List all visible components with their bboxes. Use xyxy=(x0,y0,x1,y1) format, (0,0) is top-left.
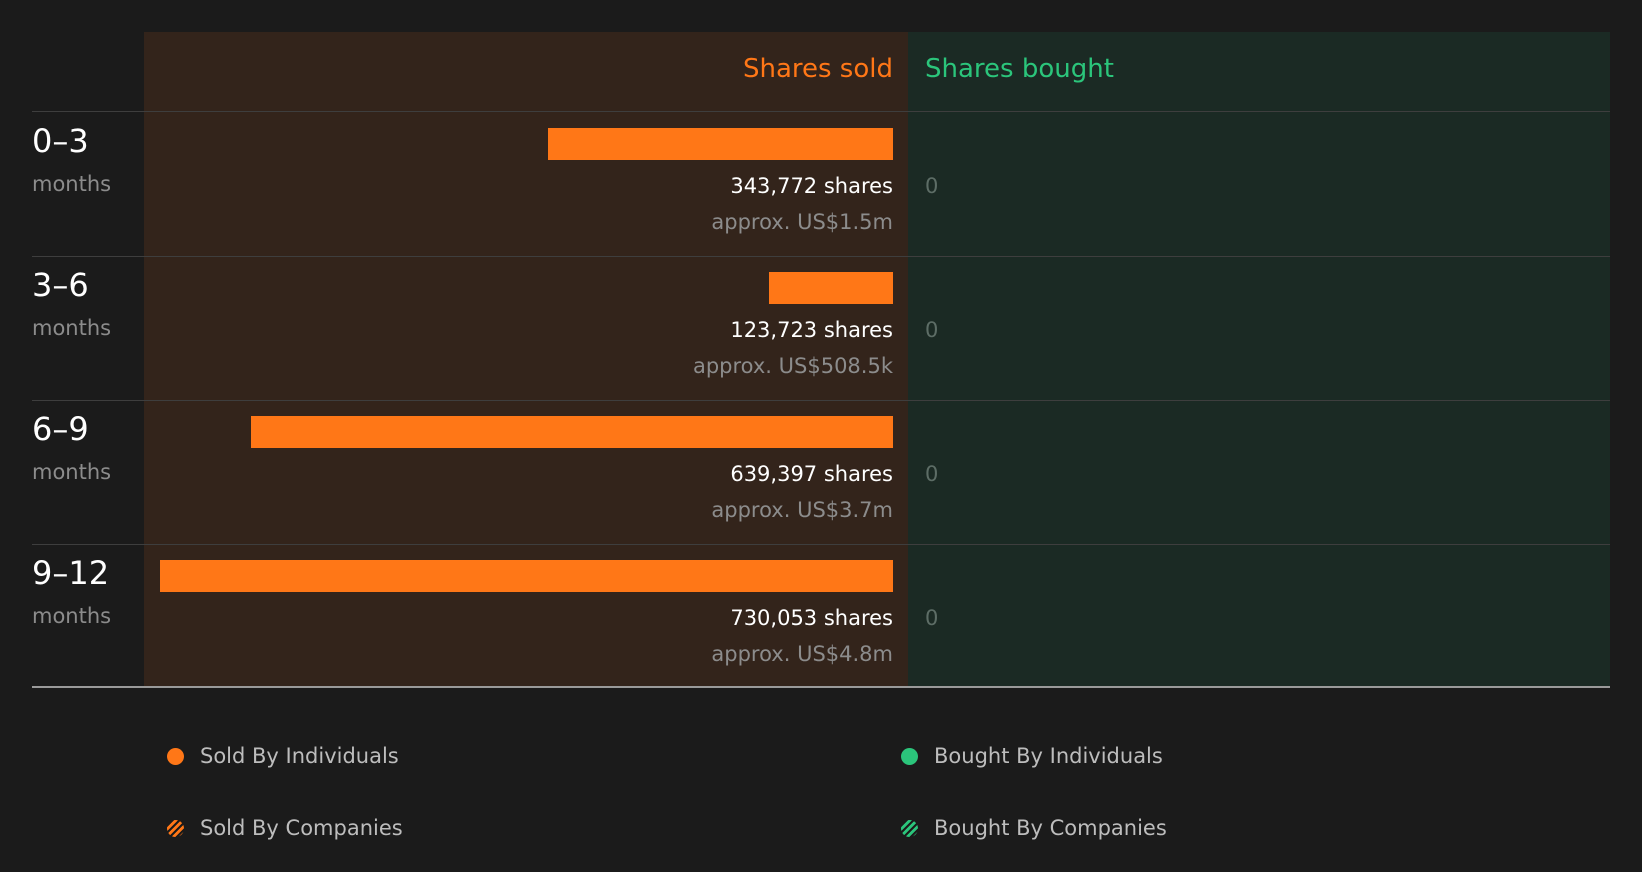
green-dot-icon xyxy=(901,747,918,765)
shares-bought-label: 0 xyxy=(925,462,939,486)
shares-sold-label: 123,723 shares xyxy=(730,318,893,342)
value-sold-label: approx. US$508.5k xyxy=(692,354,893,378)
shares-bought-label: 0 xyxy=(925,174,939,198)
period-label: 0–3 xyxy=(32,122,89,160)
value-sold-label: approx. US$1.5m xyxy=(711,210,893,234)
shares-bought-label: 0 xyxy=(925,606,939,630)
legend-label: Bought By Individuals xyxy=(934,744,1163,768)
period-label: 9–12 xyxy=(32,554,110,592)
shares-sold-header: Shares sold xyxy=(742,54,893,84)
period-unit: months xyxy=(32,172,112,196)
period-row: 9–12 months 730,053 shares approx. US$4.… xyxy=(0,544,1642,688)
shares-sold-label: 343,772 shares xyxy=(730,174,893,198)
period-row: 3–6 months 123,723 shares approx. US$508… xyxy=(0,256,1642,400)
legend-label: Sold By Companies xyxy=(200,816,403,840)
period-unit: months xyxy=(32,316,112,340)
legend-label: Bought By Companies xyxy=(934,816,1167,840)
shares-sold-label: 730,053 shares xyxy=(730,606,893,630)
shares-bought-header: Shares bought xyxy=(925,54,1114,84)
legend-bought-individuals[interactable]: Bought By Individuals xyxy=(901,744,1163,768)
chart-baseline xyxy=(32,686,1610,688)
period-label: 6–9 xyxy=(32,410,89,448)
sold-bar xyxy=(769,272,893,304)
period-row: 6–9 months 639,397 shares approx. US$3.7… xyxy=(0,400,1642,544)
orange-dot-icon xyxy=(167,747,184,765)
sold-bar xyxy=(251,416,893,448)
period-label: 3–6 xyxy=(32,266,89,304)
orange-hatched-dot-icon xyxy=(167,819,184,837)
value-sold-label: approx. US$4.8m xyxy=(711,642,893,666)
green-hatched-dot-icon xyxy=(901,819,918,837)
sold-bar xyxy=(160,560,893,592)
shares-bought-label: 0 xyxy=(925,318,939,342)
legend-label: Sold By Individuals xyxy=(200,744,399,768)
period-unit: months xyxy=(32,604,112,628)
period-row: 0–3 months 343,772 shares approx. US$1.5… xyxy=(0,112,1642,256)
value-sold-label: approx. US$3.7m xyxy=(711,498,893,522)
legend-sold-individuals[interactable]: Sold By Individuals xyxy=(167,744,399,768)
period-unit: months xyxy=(32,460,112,484)
shares-sold-label: 639,397 shares xyxy=(730,462,893,486)
sold-bar xyxy=(548,128,893,160)
legend-bought-companies[interactable]: Bought By Companies xyxy=(901,816,1167,840)
legend-sold-companies[interactable]: Sold By Companies xyxy=(167,816,403,840)
